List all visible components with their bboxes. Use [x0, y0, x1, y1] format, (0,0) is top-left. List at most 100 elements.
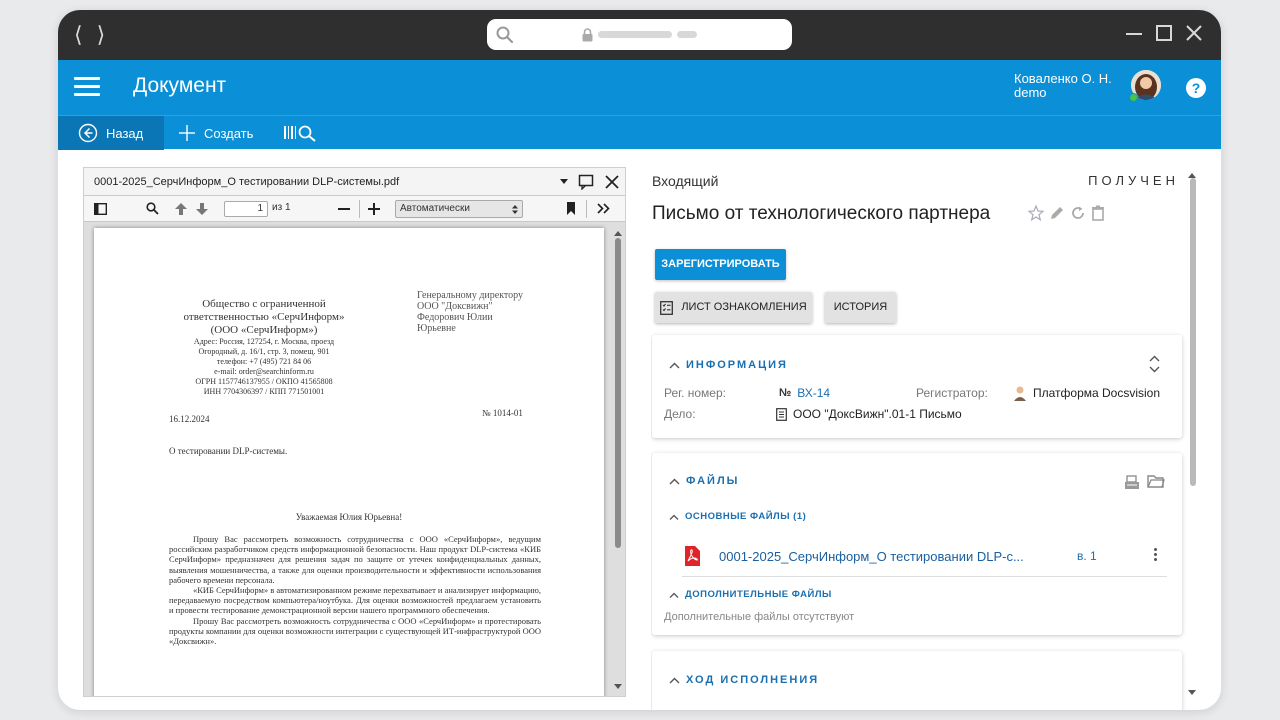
registrar[interactable]: Платформа Docsvision	[1013, 385, 1160, 401]
main-files-header[interactable]: ОСНОВНЫЕ ФАЙЛЫ (1)	[669, 511, 806, 522]
user-info[interactable]: Коваленко О. Н. demo	[1014, 72, 1112, 100]
barcode-search-icon[interactable]	[283, 123, 323, 143]
registrar-avatar	[1014, 386, 1026, 401]
caret-down-icon[interactable]	[560, 179, 568, 185]
sender-email: e-mail: order@searchinform.ru	[214, 367, 314, 376]
zoom-select[interactable]: Автоматически	[395, 200, 523, 218]
more-tools-icon[interactable]	[597, 203, 610, 214]
letter-subject: О тестировании DLP-системы.	[169, 446, 288, 456]
expand-collapse-icon[interactable]	[1149, 355, 1160, 373]
document-title: Письмо от технологического партнера	[652, 203, 991, 224]
comment-icon[interactable]	[578, 174, 594, 190]
file-row[interactable]: 0001-2025_СерчИнформ_О тестировании DLP-…	[682, 543, 1167, 577]
execution-section-header[interactable]: ХОД ИСПОЛНЕНИЯ	[669, 674, 819, 686]
case-value: ООО "ДоксВижн".01-1 Письмо	[793, 407, 962, 421]
back-arrow-icon[interactable]: ⟨	[74, 24, 83, 46]
forward-arrow-icon[interactable]: ⟩	[97, 24, 106, 46]
sender-inn: ИНН 7704306397 / КПП 771501001	[203, 387, 325, 396]
chevron-up-icon	[669, 592, 679, 598]
delete-icon[interactable]	[1091, 205, 1105, 221]
sender-line: Общество с ограниченной	[202, 298, 326, 310]
pdf-file-icon	[685, 546, 700, 566]
plus-icon	[179, 125, 195, 141]
pdf-filename: 0001-2025_СерчИнформ_О тестировании DLP-…	[94, 176, 400, 188]
previous-page-icon[interactable]	[174, 202, 188, 216]
info-section-header[interactable]: ИНФОРМАЦИЯ	[669, 359, 788, 371]
more-options-icon[interactable]	[1154, 548, 1158, 563]
scanner-icon[interactable]	[1124, 475, 1140, 491]
star-icon[interactable]	[1028, 205, 1044, 221]
next-page-icon[interactable]	[195, 202, 209, 216]
refresh-icon[interactable]	[1070, 205, 1086, 221]
close-pdf-icon[interactable]	[605, 175, 619, 189]
panel-scroll-down-icon[interactable]	[1188, 690, 1196, 696]
create-button[interactable]: Создать	[164, 116, 274, 150]
chevron-up-icon	[669, 478, 680, 484]
pdf-titlebar: 0001-2025_СерчИнформ_О тестировании DLP-…	[84, 168, 625, 196]
letter-paragraph: Прошу Вас рассмотреть возможность сотруд…	[169, 615, 541, 647]
search-icon	[496, 26, 514, 44]
help-icon[interactable]: ?	[1186, 78, 1206, 98]
folder-icon[interactable]	[1147, 474, 1165, 489]
action-toolbar: Назад Создать	[58, 115, 1221, 150]
user-name: Коваленко О. Н.	[1014, 71, 1112, 86]
scroll-down-arrow-icon[interactable]	[614, 684, 622, 690]
panel-scrollbar[interactable]	[1190, 178, 1196, 486]
zoom-out-icon[interactable]	[338, 208, 350, 211]
reg-number-value: ВХ-14	[797, 386, 831, 400]
recipient-line: Федорович Юлии	[417, 312, 493, 323]
reg-number: № ВХ-14	[779, 386, 830, 400]
recipient-line: Генеральному директору	[417, 290, 524, 301]
address-bar[interactable]	[487, 19, 792, 50]
reg-number-label: Рег. номер:	[664, 386, 726, 400]
history-button[interactable]: ИСТОРИЯ	[825, 292, 896, 323]
register-button[interactable]: ЗАРЕГИСТРИРОВАТЬ	[655, 249, 786, 280]
menu-icon[interactable]	[74, 77, 100, 97]
letter-paragraph: Прошу Вас рассмотреть возможность сотруд…	[169, 534, 541, 585]
edit-icon[interactable]	[1049, 205, 1065, 221]
extra-files-header[interactable]: ДОПОЛНИТЕЛЬНЫЕ ФАЙЛЫ	[669, 589, 832, 600]
minimize-icon[interactable]	[1125, 24, 1143, 42]
file-name-link[interactable]: 0001-2025_СерчИнформ_О тестировании DLP-…	[719, 549, 1024, 564]
online-status-dot	[1129, 93, 1138, 102]
case: ООО "ДоксВижн".01-1 Письмо	[776, 407, 962, 421]
back-label: Назад	[106, 125, 144, 141]
extra-files-heading: ДОПОЛНИТЕЛЬНЫЕ ФАЙЛЫ	[685, 589, 832, 600]
user-login: demo	[1014, 85, 1047, 100]
info-heading: ИНФОРМАЦИЯ	[686, 359, 788, 371]
sender-line: ответственностью «СерчИнформ»	[183, 311, 345, 323]
scroll-up-arrow-icon[interactable]	[614, 230, 622, 236]
letter-number: № 1014-01	[482, 408, 523, 418]
maximize-icon[interactable]	[1155, 24, 1173, 42]
pdf-scrollbar[interactable]	[615, 238, 621, 548]
find-icon[interactable]	[146, 202, 159, 215]
letter-greeting: Уважаемая Юлия Юрьевна!	[295, 512, 403, 522]
acknowledgement-list-button[interactable]: ЛИСТ ОЗНАКОМЛЕНИЯ	[655, 292, 812, 323]
close-window-icon[interactable]	[1185, 24, 1203, 42]
file-version[interactable]: в. 1	[1077, 549, 1097, 563]
lock-icon	[582, 28, 593, 42]
pdf-viewer: 0001-2025_СерчИнформ_О тестировании DLP-…	[83, 167, 626, 697]
sidebar-toggle-icon[interactable]	[94, 203, 107, 215]
app-header: Документ Коваленко О. Н. demo ?	[58, 60, 1221, 115]
pdf-toolbar: 1 из 1 Автоматически	[84, 196, 625, 222]
page-count: из 1	[272, 202, 291, 213]
registrar-label: Регистратор:	[916, 386, 988, 400]
chevron-up-icon	[669, 362, 680, 368]
sender-phone: телефон: +7 (495) 721 84 06	[216, 357, 312, 366]
info-card: ИНФОРМАЦИЯ Рег. номер: № ВХ-14 Регистрат…	[652, 335, 1182, 438]
bookmark-icon[interactable]	[566, 202, 576, 215]
window-controls	[1125, 24, 1203, 42]
files-section-header[interactable]: ФАЙЛЫ	[669, 475, 739, 487]
back-circle-icon	[78, 123, 98, 143]
page-number-input[interactable]: 1	[224, 201, 268, 217]
letter-body: Прошу Вас рассмотреть возможность сотруд…	[169, 534, 541, 646]
zoom-in-icon[interactable]	[368, 203, 380, 215]
document-type: Входящий	[652, 173, 719, 189]
letter-recipient: Генеральному директору ООО "Доксвижн" Фе…	[417, 290, 523, 334]
number-sign-icon: №	[779, 387, 792, 399]
back-button[interactable]: Назад	[58, 116, 164, 150]
recipient-line: Юрьевне	[417, 323, 456, 334]
execution-heading: ХОД ИСПОЛНЕНИЯ	[686, 674, 820, 686]
panel-scroll-up-icon[interactable]	[1188, 172, 1196, 178]
